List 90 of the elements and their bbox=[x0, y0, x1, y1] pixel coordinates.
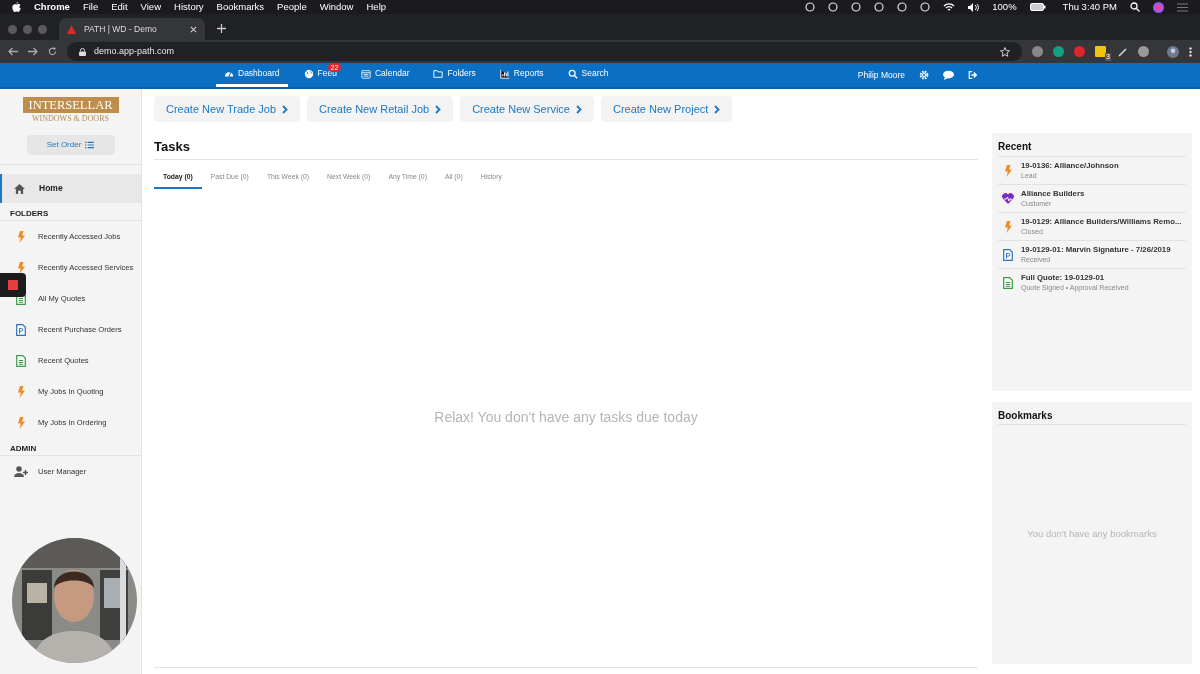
empty-state-message: Relax! You don't have any tasks due today bbox=[434, 407, 698, 427]
chevron-right-icon bbox=[282, 104, 289, 114]
menu-item[interactable]: Help bbox=[366, 0, 387, 15]
extension-icon[interactable] bbox=[1032, 46, 1043, 57]
nav-tab[interactable]: Calendar bbox=[352, 63, 418, 87]
list-icon bbox=[85, 141, 95, 149]
search-icon bbox=[567, 68, 578, 79]
home-icon bbox=[14, 183, 25, 194]
logo-tagline: WINDOWS & DOORS bbox=[32, 113, 109, 125]
lightning-bolt-icon bbox=[17, 385, 25, 398]
apple-icon[interactable] bbox=[12, 2, 21, 12]
folder-icon bbox=[433, 68, 444, 79]
battery-percent: 100% bbox=[992, 0, 1017, 14]
set-order-button[interactable]: Set Order bbox=[26, 135, 115, 155]
note-extension-icon[interactable] bbox=[1095, 46, 1106, 57]
pen-icon[interactable] bbox=[1118, 46, 1128, 57]
menu-item[interactable]: View bbox=[140, 0, 161, 15]
settings-icon[interactable] bbox=[919, 70, 929, 80]
document-icon bbox=[1003, 276, 1013, 289]
wifi-icon[interactable] bbox=[943, 2, 956, 12]
status-icon[interactable] bbox=[920, 2, 931, 12]
globe-icon bbox=[303, 68, 314, 79]
reload-icon[interactable] bbox=[48, 47, 57, 56]
purchase-order-icon bbox=[1003, 248, 1013, 261]
browser-tab[interactable]: PATH | WD - Demo bbox=[59, 18, 205, 40]
menu-item[interactable]: People bbox=[277, 0, 307, 15]
siri-icon[interactable] bbox=[1153, 1, 1164, 13]
section-heading: ADMIN bbox=[0, 441, 141, 456]
search-icon[interactable] bbox=[1130, 2, 1140, 12]
lightning-bolt-icon bbox=[17, 230, 25, 243]
lock-icon bbox=[79, 47, 86, 56]
back-arrow-icon[interactable] bbox=[8, 47, 18, 56]
stop-icon bbox=[8, 280, 18, 290]
forward-arrow-icon[interactable] bbox=[28, 47, 38, 56]
extension-icon[interactable] bbox=[1138, 46, 1149, 57]
status-icon[interactable] bbox=[805, 2, 816, 12]
nav-tab[interactable]: Reports bbox=[491, 63, 552, 87]
volume-icon[interactable] bbox=[968, 2, 980, 12]
stop-recording-button[interactable] bbox=[0, 273, 26, 297]
create-button[interactable]: Create New Service bbox=[460, 96, 594, 122]
app-menu[interactable]: Chrome bbox=[34, 0, 70, 15]
status-icon[interactable] bbox=[851, 2, 862, 12]
close-icon[interactable] bbox=[190, 25, 197, 33]
menu-item[interactable]: Edit bbox=[111, 0, 128, 15]
extension-icon[interactable] bbox=[1053, 46, 1064, 57]
more-icon[interactable] bbox=[1189, 46, 1192, 57]
menu-item[interactable]: History bbox=[174, 0, 204, 15]
extension-icon[interactable] bbox=[1074, 46, 1085, 57]
menu-item[interactable]: Window bbox=[319, 0, 354, 15]
triangle-logo-icon bbox=[67, 24, 76, 34]
heart-icon bbox=[1002, 193, 1014, 204]
create-button[interactable]: Create New Project bbox=[600, 96, 733, 122]
profile-avatar-icon[interactable] bbox=[1167, 45, 1179, 58]
menu-icon[interactable] bbox=[1177, 2, 1188, 12]
star-icon[interactable] bbox=[1000, 46, 1010, 57]
nav-tab[interactable]: Folders bbox=[425, 63, 484, 87]
new-tab-icon[interactable] bbox=[217, 24, 226, 33]
panel-title: Recent bbox=[998, 140, 1033, 154]
url-text: demo.app-path.com bbox=[94, 44, 176, 58]
user-name[interactable]: Philip Moore bbox=[857, 68, 905, 82]
lightning-bolt-icon bbox=[1004, 164, 1012, 177]
status-icon[interactable] bbox=[828, 2, 839, 12]
chevron-right-icon bbox=[435, 104, 442, 114]
nav-tab[interactable]: Search bbox=[559, 63, 617, 87]
sidebar-item[interactable]: Home bbox=[0, 174, 141, 203]
calendar-icon bbox=[360, 68, 371, 79]
bar-chart-icon bbox=[499, 68, 510, 79]
menu-item[interactable]: Bookmarks bbox=[216, 0, 265, 15]
tab-title: PATH | WD - Demo bbox=[84, 22, 158, 36]
address-bar[interactable]: demo.app-path.com bbox=[67, 42, 1022, 61]
create-button[interactable]: Create New Trade Job bbox=[154, 96, 301, 122]
lightning-bolt-icon bbox=[17, 261, 25, 274]
document-icon bbox=[16, 354, 26, 367]
section-heading: FOLDERS bbox=[0, 206, 141, 221]
section-title: Tasks bbox=[154, 139, 190, 154]
menu-clock: Thu 3:40 PM bbox=[1062, 0, 1117, 14]
lightning-bolt-icon bbox=[1004, 220, 1012, 233]
menu-item[interactable]: File bbox=[82, 0, 99, 15]
chevron-right-icon bbox=[575, 104, 582, 114]
chevron-right-icon bbox=[714, 104, 721, 114]
purchase-order-icon bbox=[16, 323, 26, 336]
chat-bubble-icon[interactable] bbox=[943, 70, 954, 80]
create-button[interactable]: Create New Retail Job bbox=[307, 96, 454, 122]
battery-icon[interactable] bbox=[1029, 3, 1046, 11]
sign-out-icon[interactable] bbox=[968, 70, 978, 80]
nav-tab[interactable]: Dashboard bbox=[216, 63, 288, 87]
lightning-bolt-icon bbox=[17, 416, 25, 429]
panel-title: Bookmarks bbox=[998, 408, 1186, 425]
logo-wordmark: INTERSELLAR bbox=[22, 97, 119, 113]
add-user-icon bbox=[14, 466, 28, 477]
